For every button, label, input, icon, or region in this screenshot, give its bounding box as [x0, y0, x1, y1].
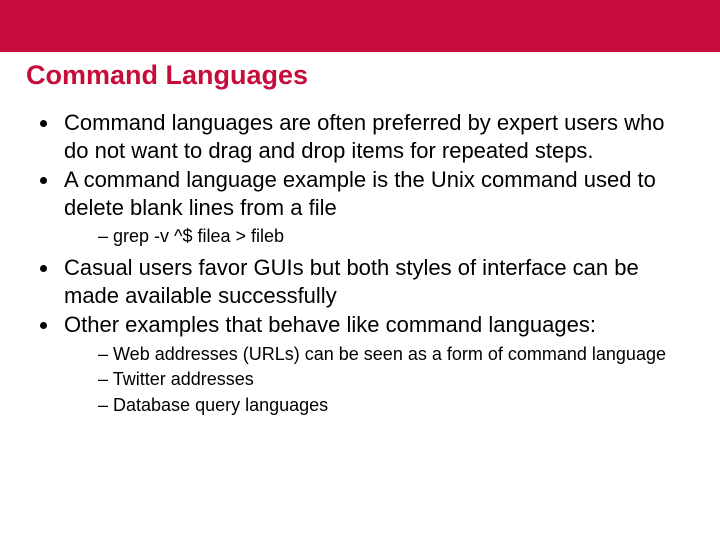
sub-bullet-list: grep -v ^$ filea > fileb: [64, 225, 694, 248]
bullet-list: Command languages are often preferred by…: [26, 109, 694, 417]
sub-bullet-item: Web addresses (URLs) can be seen as a fo…: [98, 343, 694, 366]
slide-content: Command Languages Command languages are …: [0, 52, 720, 417]
slide-title: Command Languages: [26, 60, 694, 91]
bullet-item: Other examples that behave like command …: [60, 311, 694, 417]
sub-bullet-list: Web addresses (URLs) can be seen as a fo…: [64, 343, 694, 417]
bullet-text: Other examples that behave like command …: [64, 312, 596, 337]
header-banner: [0, 0, 720, 52]
sub-bullet-item: grep -v ^$ filea > fileb: [98, 225, 694, 248]
bullet-item: Command languages are often preferred by…: [60, 109, 694, 164]
bullet-item: A command language example is the Unix c…: [60, 166, 694, 248]
sub-bullet-item: Database query languages: [98, 394, 694, 417]
bullet-item: Casual users favor GUIs but both styles …: [60, 254, 694, 309]
bullet-text: A command language example is the Unix c…: [64, 167, 656, 220]
sub-bullet-item: Twitter addresses: [98, 368, 694, 391]
